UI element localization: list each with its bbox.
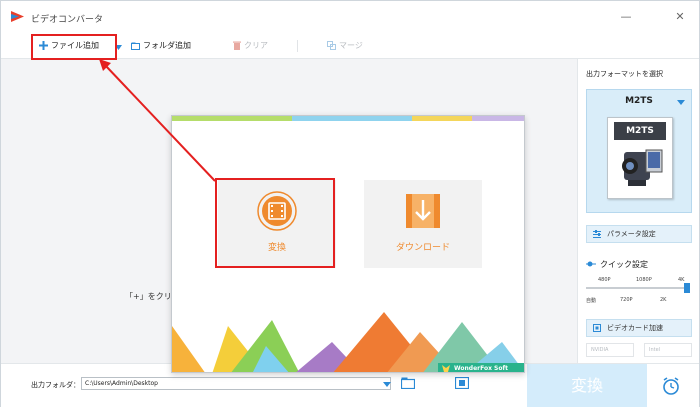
- app-window: ビデオコンバータ — ✕ ファイル追加 フォルダ追加 クリア マージ 「+」をク…: [0, 0, 700, 407]
- annotation-arrow: [99, 59, 216, 182]
